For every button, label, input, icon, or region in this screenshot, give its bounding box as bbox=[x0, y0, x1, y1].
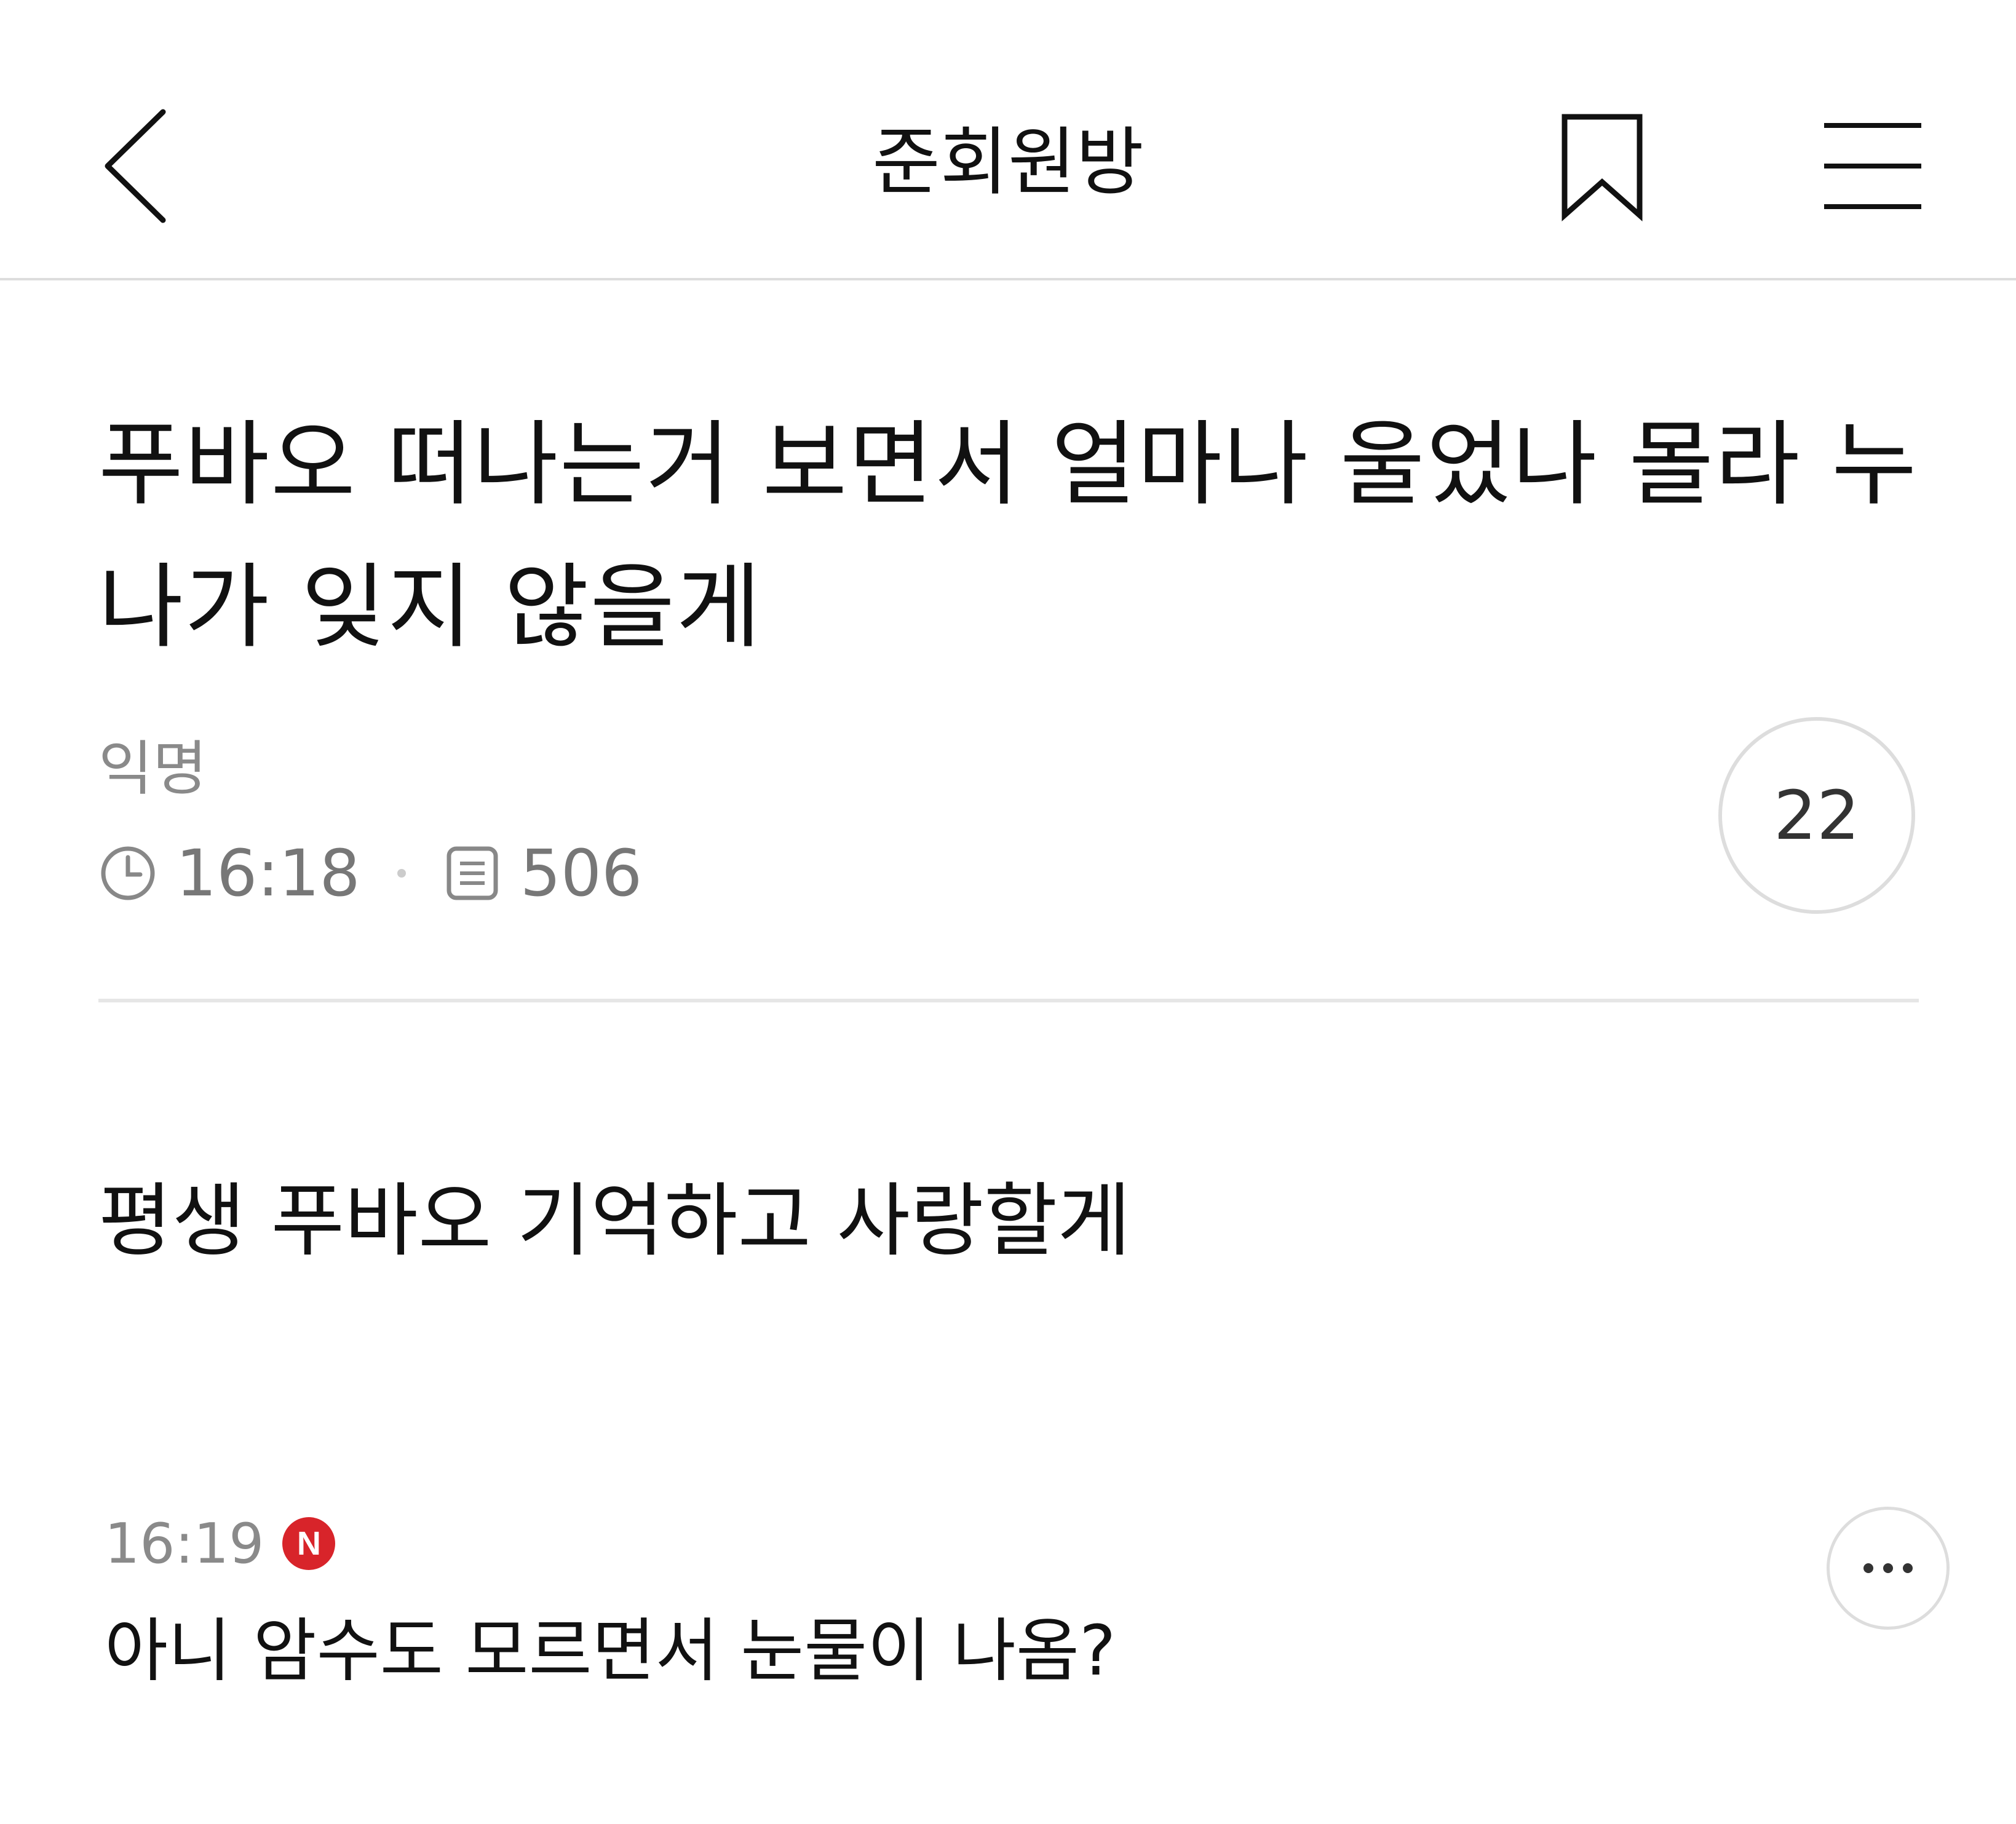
comment-meta: 16:19 N bbox=[105, 1507, 1925, 1580]
menu-button[interactable] bbox=[1820, 117, 1925, 215]
clock-icon bbox=[101, 846, 155, 900]
post-title: 푸바오 떠나는거 보면서 얼마나 울었나 몰라 누나가 잊지 않을게 bbox=[98, 411, 1918, 661]
new-badge: N bbox=[282, 1517, 336, 1570]
bookmark-icon bbox=[1562, 114, 1643, 221]
chevron-left-icon bbox=[105, 109, 166, 223]
post-body: 평생 푸바오 기억하고 사랑할게 bbox=[98, 1174, 1131, 1267]
top-app-bar: 준회원방 bbox=[0, 0, 2016, 280]
back-button[interactable] bbox=[98, 105, 172, 228]
separator-dot bbox=[397, 869, 406, 878]
document-icon bbox=[446, 846, 498, 900]
post-author: 익명 bbox=[98, 734, 207, 803]
board-title: 준회원방 bbox=[872, 120, 1144, 205]
comment-more-button[interactable] bbox=[1827, 1507, 1950, 1630]
comment-text: 아니 암수도 모르면서 눈물이 나옴? bbox=[105, 1611, 1116, 1691]
divider bbox=[98, 999, 1919, 1002]
comment-item: 16:19 N 아니 암수도 모르면서 눈물이 나옴? bbox=[105, 1507, 1925, 1728]
post-time: 16:18 bbox=[176, 836, 360, 911]
comment-time: 16:19 bbox=[105, 1511, 264, 1576]
post-views: 506 bbox=[520, 836, 643, 911]
comment-count-button[interactable]: 22 bbox=[1718, 717, 1915, 914]
post-meta: 16:18 506 bbox=[98, 836, 643, 911]
hamburger-menu-icon bbox=[1824, 123, 1921, 209]
more-horizontal-icon bbox=[1863, 1563, 1913, 1573]
bookmark-button[interactable] bbox=[1556, 111, 1648, 221]
